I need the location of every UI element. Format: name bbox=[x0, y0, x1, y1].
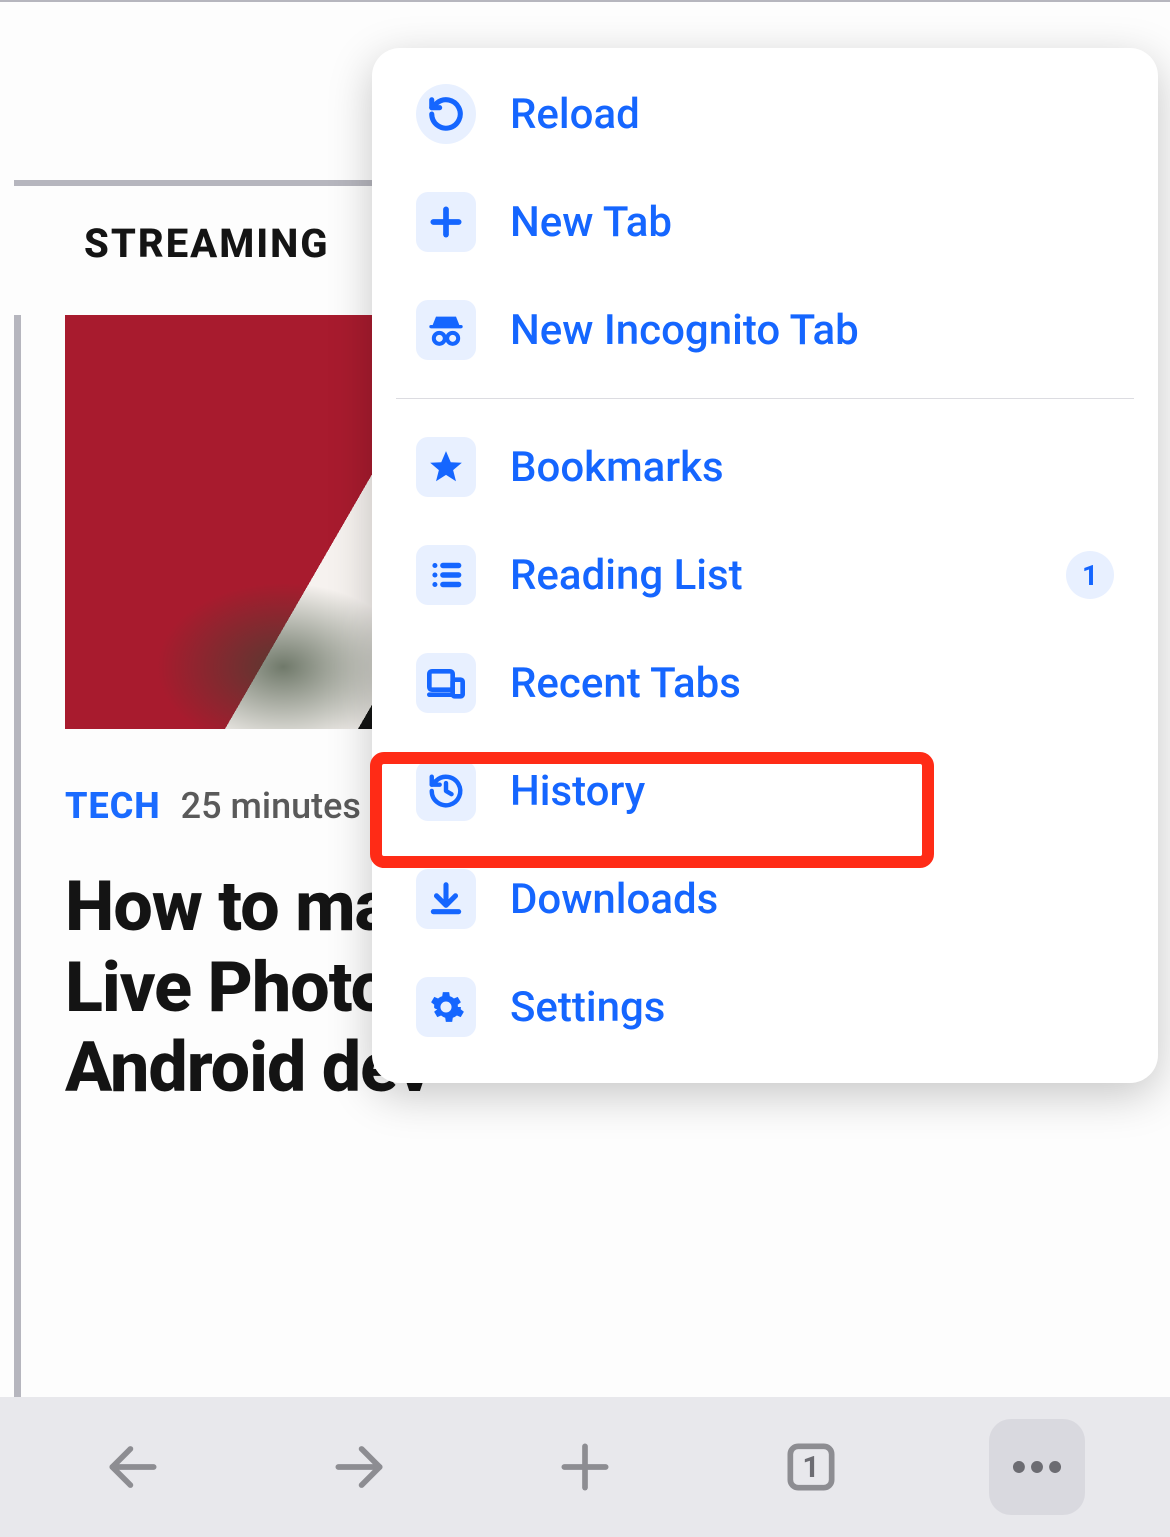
menu-label: Settings bbox=[510, 983, 665, 1032]
menu-label: New Incognito Tab bbox=[510, 306, 859, 355]
menu-label: Reload bbox=[510, 90, 640, 139]
arrow-left-icon bbox=[102, 1436, 164, 1498]
more-horizontal-icon bbox=[1006, 1436, 1068, 1498]
menu-item-reading-list[interactable]: Reading List 1 bbox=[372, 521, 1158, 629]
bottom-toolbar: 1 bbox=[0, 1397, 1170, 1537]
menu-item-reload[interactable]: Reload bbox=[372, 60, 1158, 168]
star-icon bbox=[416, 437, 476, 497]
menu-divider bbox=[396, 398, 1134, 399]
menu-item-new-incognito-tab[interactable]: New Incognito Tab bbox=[372, 276, 1158, 384]
tab-streaming[interactable]: STREAMING bbox=[84, 220, 330, 267]
menu-label: Downloads bbox=[510, 875, 718, 924]
article-category-label[interactable]: TECH bbox=[65, 785, 161, 827]
plus-icon bbox=[416, 192, 476, 252]
menu-item-recent-tabs[interactable]: Recent Tabs bbox=[372, 629, 1158, 737]
reload-icon bbox=[416, 84, 476, 144]
list-icon bbox=[416, 545, 476, 605]
history-icon bbox=[416, 761, 476, 821]
menu-label: Recent Tabs bbox=[510, 659, 741, 708]
menu-item-bookmarks[interactable]: Bookmarks bbox=[372, 413, 1158, 521]
overflow-menu-button[interactable] bbox=[989, 1419, 1085, 1515]
menu-item-settings[interactable]: Settings bbox=[372, 953, 1158, 1061]
menu-item-history[interactable]: History bbox=[372, 737, 1158, 845]
back-button[interactable] bbox=[85, 1419, 181, 1515]
menu-label: Bookmarks bbox=[510, 443, 724, 492]
tab-count-label: 1 bbox=[802, 1450, 819, 1485]
devices-icon bbox=[416, 653, 476, 713]
reading-list-badge: 1 bbox=[1066, 551, 1114, 599]
overflow-menu: Reload New Tab New Incognito Tab Bookmar… bbox=[372, 48, 1158, 1083]
arrow-right-icon bbox=[328, 1436, 390, 1498]
plus-icon bbox=[554, 1436, 616, 1498]
menu-label: History bbox=[510, 767, 645, 816]
menu-label: Reading List bbox=[510, 551, 743, 600]
content-divider bbox=[14, 315, 21, 1537]
gear-icon bbox=[416, 977, 476, 1037]
tabs-button[interactable]: 1 bbox=[763, 1419, 859, 1515]
forward-button[interactable] bbox=[311, 1419, 407, 1515]
new-tab-button[interactable] bbox=[537, 1419, 633, 1515]
menu-label: New Tab bbox=[510, 198, 672, 247]
download-icon bbox=[416, 869, 476, 929]
incognito-icon bbox=[416, 300, 476, 360]
menu-item-new-tab[interactable]: New Tab bbox=[372, 168, 1158, 276]
menu-item-downloads[interactable]: Downloads bbox=[372, 845, 1158, 953]
